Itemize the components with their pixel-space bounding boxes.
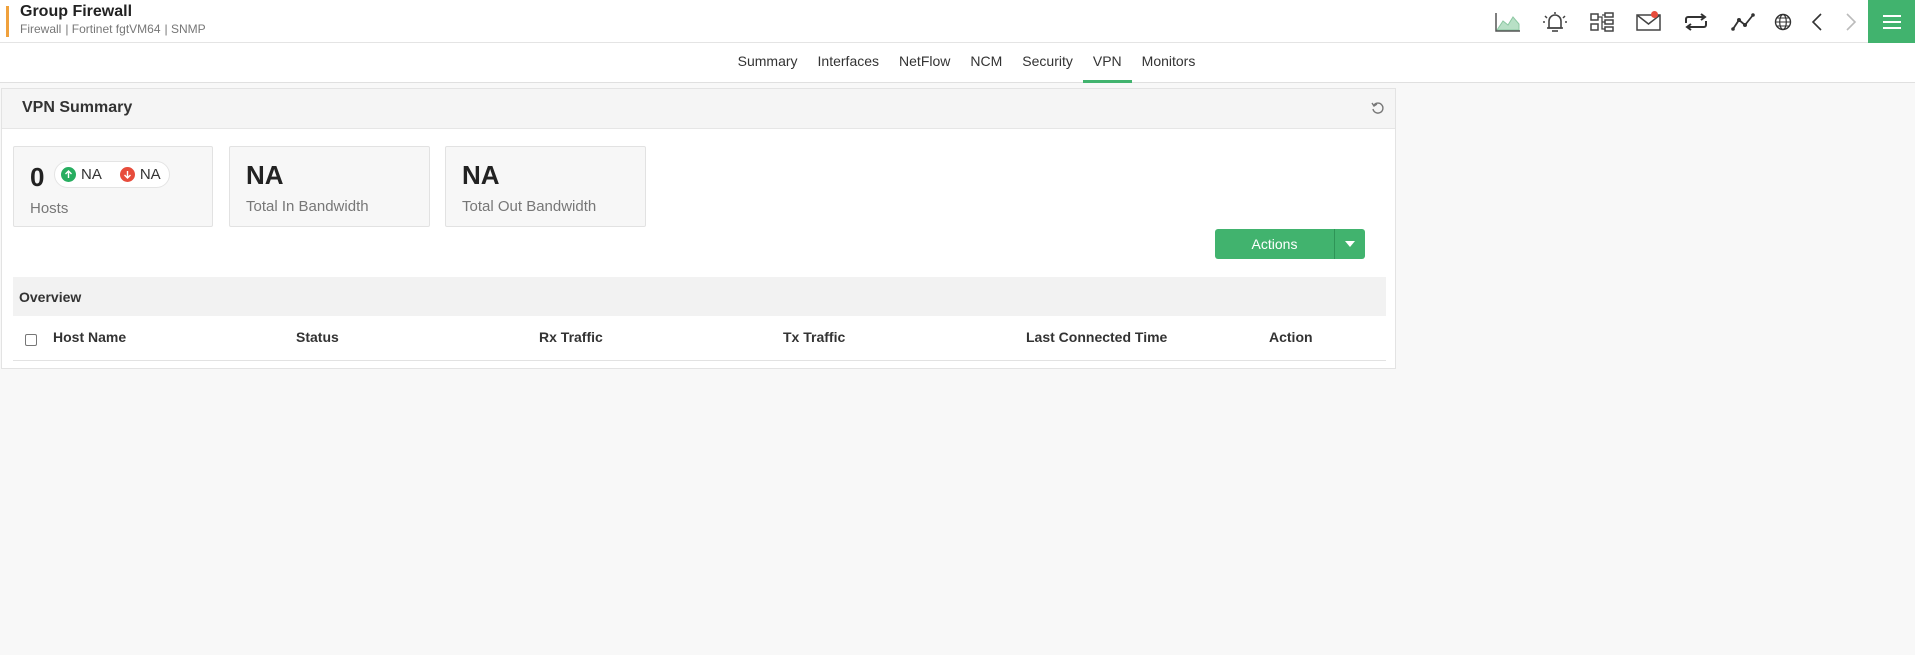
- actions-dropdown-toggle[interactable]: [1334, 229, 1365, 259]
- actions-split-button: Actions: [1215, 229, 1365, 259]
- tab-vpn[interactable]: VPN: [1082, 43, 1132, 83]
- sync-icon[interactable]: [1672, 0, 1719, 43]
- alarm-bell-icon[interactable]: [1531, 0, 1578, 43]
- panel-header: VPN Summary: [2, 89, 1395, 129]
- tab-monitors[interactable]: Monitors: [1132, 43, 1206, 83]
- refresh-icon[interactable]: [1371, 101, 1385, 120]
- tab-ncm[interactable]: NCM: [960, 43, 1012, 83]
- tab-security[interactable]: Security: [1012, 43, 1083, 83]
- out-bandwidth-card: NA Total Out Bandwidth: [445, 146, 646, 227]
- up-arrow-icon: [61, 167, 76, 182]
- device-model: | Fortinet fgtVM64: [65, 22, 161, 36]
- overview-section-header: Overview: [13, 277, 1386, 316]
- chevron-left-icon[interactable]: [1800, 0, 1834, 43]
- device-protocol: | SNMP: [164, 22, 206, 36]
- device-subtitle: Firewall | Fortinet fgtVM64 | SNMP: [20, 22, 210, 36]
- device-header: Group Firewall Firewall | Fortinet fgtVM6…: [0, 0, 1915, 43]
- device-category: Firewall: [20, 22, 62, 36]
- out-bandwidth-value: NA: [462, 160, 500, 190]
- mail-notification-dot: [1651, 11, 1658, 18]
- hosts-up-value: NA: [81, 166, 102, 183]
- in-bandwidth-value: NA: [246, 160, 284, 190]
- tab-interfaces[interactable]: Interfaces: [808, 43, 889, 83]
- actions-button[interactable]: Actions: [1215, 229, 1334, 259]
- hosts-card: 0 NA NA Hosts: [13, 146, 213, 227]
- device-accent-bar: [6, 6, 9, 37]
- line-graph-icon[interactable]: [1719, 0, 1766, 43]
- toolbar: [1484, 0, 1868, 43]
- topology-icon[interactable]: [1578, 0, 1625, 43]
- column-rx-traffic[interactable]: Rx Traffic: [539, 329, 603, 345]
- column-tx-traffic[interactable]: Tx Traffic: [783, 329, 845, 345]
- overview-title: Overview: [19, 289, 82, 305]
- tab-netflow[interactable]: NetFlow: [889, 43, 960, 83]
- in-bandwidth-label: Total In Bandwidth: [246, 198, 369, 215]
- area-chart-icon[interactable]: [1484, 0, 1531, 43]
- down-arrow-icon: [119, 167, 135, 182]
- vpn-summary-panel: VPN Summary 0 NA NA Hosts NA Total In Ba…: [1, 88, 1396, 369]
- hosts-label: Hosts: [30, 200, 69, 217]
- chevron-right-icon[interactable]: [1834, 0, 1868, 43]
- column-action: Action: [1269, 329, 1313, 345]
- select-all-checkbox[interactable]: [25, 334, 37, 346]
- column-status[interactable]: Status: [296, 329, 339, 345]
- out-bandwidth-label: Total Out Bandwidth: [462, 198, 597, 215]
- panel-title: VPN Summary: [22, 99, 133, 116]
- hosts-count: 0: [30, 162, 45, 192]
- globe-icon[interactable]: [1766, 0, 1800, 43]
- hosts-status-pill: NA NA: [54, 161, 170, 188]
- table-header-row: Host Name Status Rx Traffic Tx Traffic L…: [13, 316, 1386, 361]
- hosts-down-value: NA: [139, 166, 161, 183]
- tab-summary[interactable]: Summary: [728, 43, 808, 83]
- caret-down-icon: [1345, 241, 1355, 247]
- column-host-name[interactable]: Host Name: [53, 329, 126, 345]
- device-tabs: Summary Interfaces NetFlow NCM Security …: [0, 43, 1915, 83]
- device-title: Group Firewall: [20, 3, 133, 20]
- column-last-connected-time[interactable]: Last Connected Time: [1026, 329, 1167, 345]
- in-bandwidth-card: NA Total In Bandwidth: [229, 146, 430, 227]
- hamburger-menu-icon[interactable]: [1868, 0, 1915, 43]
- mail-icon[interactable]: [1625, 0, 1672, 43]
